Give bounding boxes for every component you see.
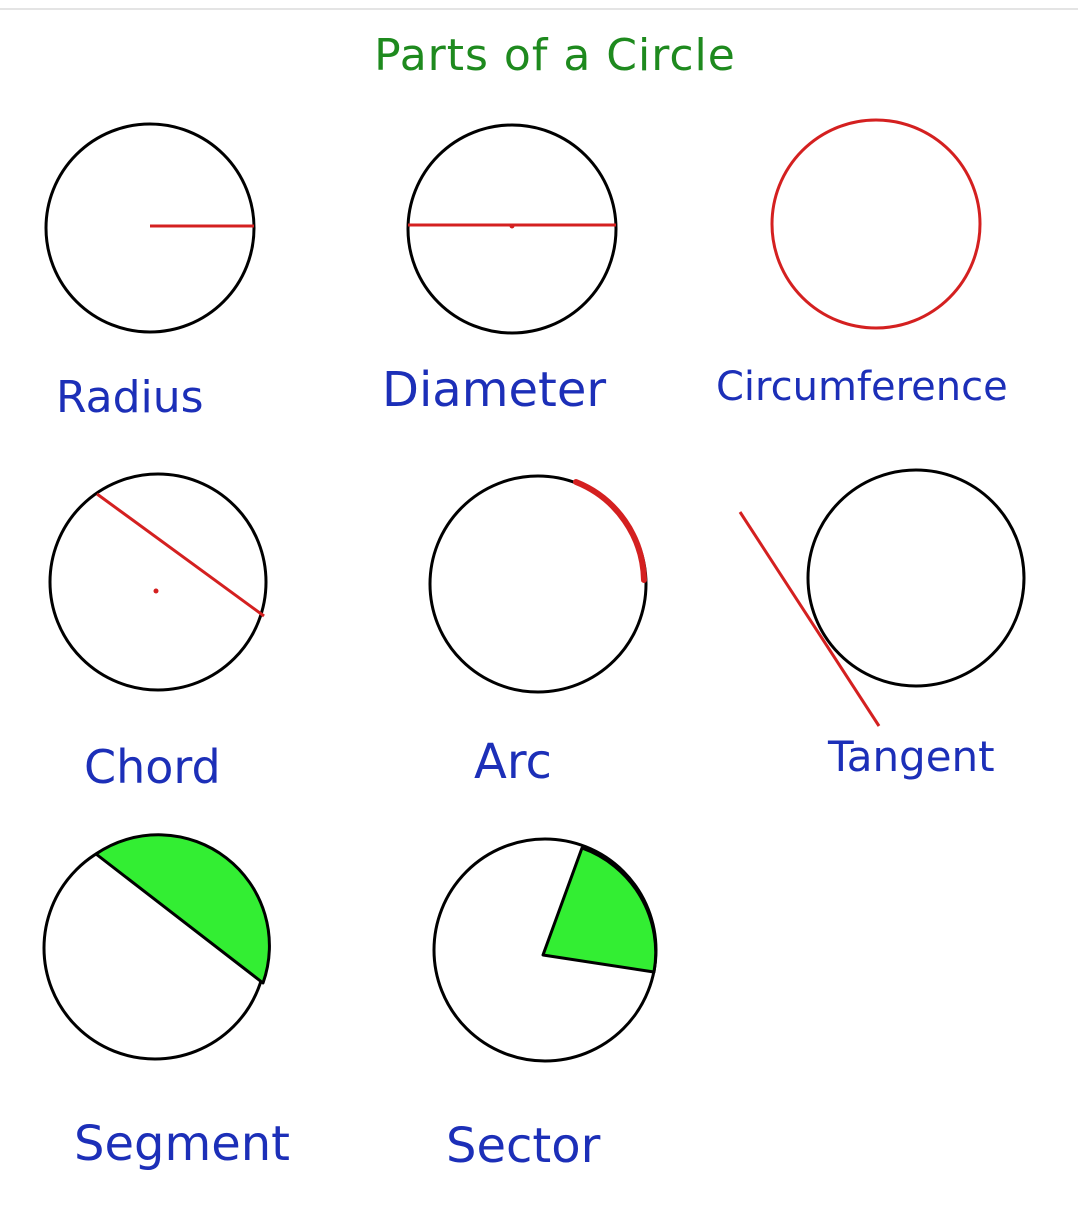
radius-diagram — [44, 122, 256, 334]
label-segment: Segment — [74, 1116, 290, 1172]
radius-circle — [44, 122, 256, 334]
diameter-diagram — [406, 123, 618, 335]
label-sector: Sector — [446, 1118, 601, 1174]
label-chord: Chord — [84, 740, 221, 794]
chord-circle — [48, 472, 268, 692]
sector-diagram — [432, 837, 658, 1063]
label-arc: Arc — [474, 734, 552, 790]
tangent-line — [738, 511, 881, 727]
label-radius: Radius — [56, 372, 204, 423]
arc-diagram — [428, 474, 648, 694]
tangent-circle — [806, 468, 1026, 688]
circumference-circle — [770, 118, 982, 330]
chord-center-dot — [153, 588, 159, 594]
diameter-circle — [406, 123, 618, 335]
chord-diagram — [48, 472, 268, 692]
circumference-diagram — [770, 118, 982, 330]
label-circumference: Circumference — [716, 364, 1008, 410]
label-diameter: Diameter — [382, 362, 607, 418]
diameter-center-dot — [509, 223, 515, 229]
segment-diagram — [42, 833, 271, 1061]
tangent-diagram — [738, 468, 1026, 727]
circle-diagrams — [42, 118, 1026, 1063]
label-tangent: Tangent — [828, 732, 995, 781]
arc-highlight — [573, 479, 647, 583]
